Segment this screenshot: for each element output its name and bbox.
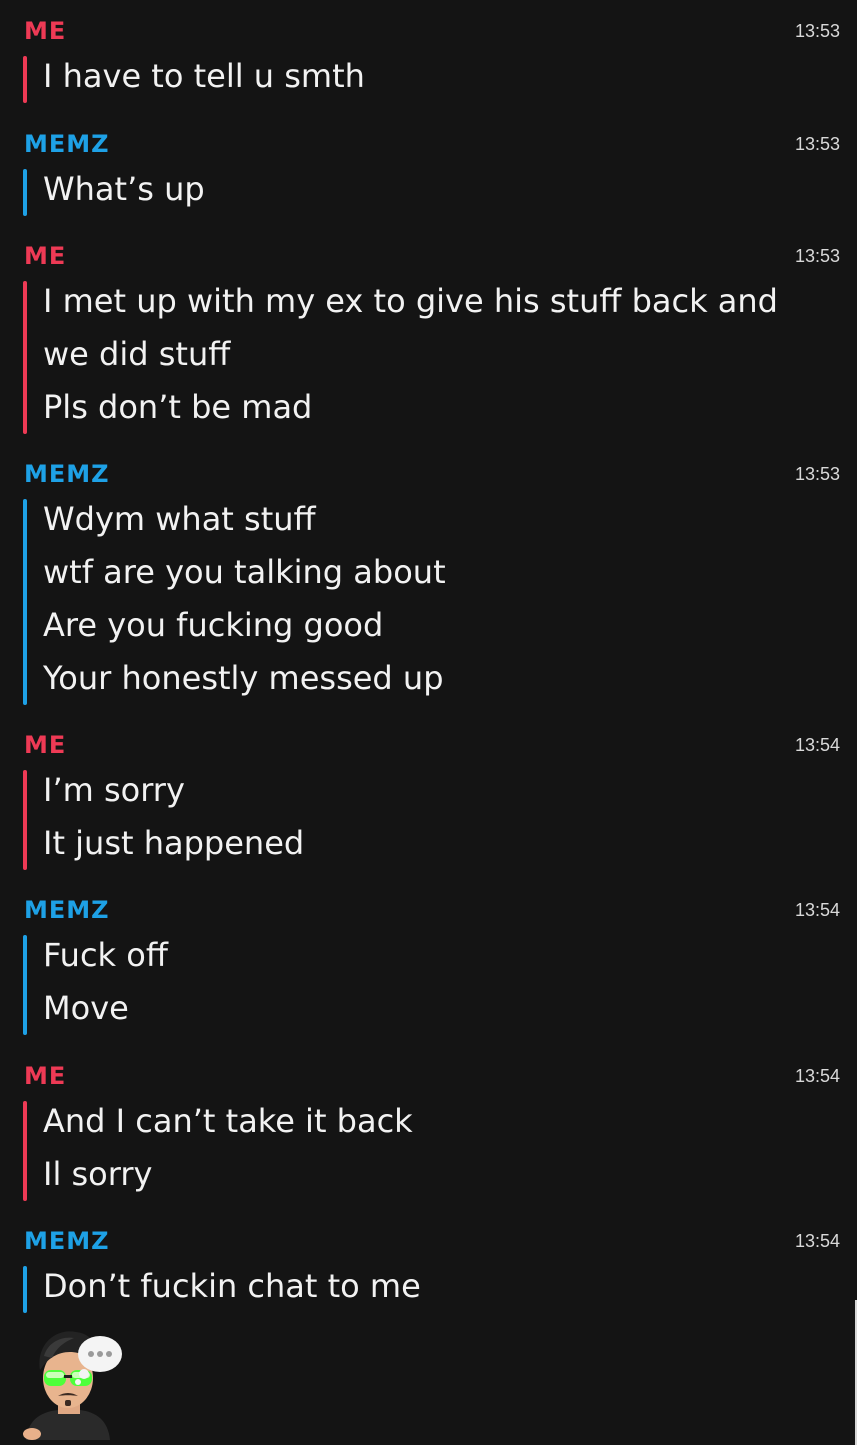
message-text[interactable]: Fuck off (43, 929, 827, 982)
bitmoji-avatar-typing-icon (18, 1322, 128, 1440)
message-timestamp: 13:54 (794, 1231, 840, 1251)
message-lines: I have to tell u smth (43, 50, 827, 103)
message-text[interactable]: And I can’t take it back (43, 1095, 827, 1148)
message-text[interactable]: Are you fucking good (43, 599, 827, 652)
message-text[interactable]: Pls don’t be mad (43, 381, 827, 434)
message-timestamp: 13:54 (794, 735, 840, 755)
sender-name: MEMZ (24, 1227, 110, 1255)
sender-name: ME (24, 731, 67, 759)
sender-color-bar (23, 935, 27, 1035)
message-text[interactable]: It just happened (43, 817, 827, 870)
sender-color-bar (23, 169, 27, 216)
message-text[interactable]: What’s up (43, 163, 827, 216)
message-lines: I’m sorry It just happened (43, 764, 827, 870)
sender-color-bar (23, 1101, 27, 1201)
message-lines: Don’t fuckin chat to me (43, 1260, 827, 1313)
message-text[interactable]: Your honestly messed up (43, 652, 827, 705)
message-text[interactable]: Wdym what stuff (43, 493, 827, 546)
sender-name: ME (24, 242, 67, 270)
sender-name: ME (24, 1062, 67, 1090)
message-text[interactable]: I’m sorry (43, 764, 827, 817)
message-timestamp: 13:54 (794, 1066, 840, 1086)
sender-color-bar (23, 56, 27, 103)
sender-name: MEMZ (24, 130, 110, 158)
message-lines: Wdym what stuff wtf are you talking about… (43, 493, 827, 705)
message-lines: And I can’t take it back Il sorry (43, 1095, 827, 1201)
sender-name: MEMZ (24, 460, 110, 488)
sender-color-bar (23, 1266, 27, 1313)
message-lines: I met up with my ex to give his stuff ba… (43, 275, 827, 434)
sender-color-bar (23, 499, 27, 705)
message-text[interactable]: Don’t fuckin chat to me (43, 1260, 827, 1313)
message-timestamp: 13:53 (794, 246, 840, 266)
message-lines: Fuck off Move (43, 929, 827, 1035)
message-timestamp: 13:53 (794, 464, 840, 484)
message-text[interactable]: Move (43, 982, 827, 1035)
message-lines: What’s up (43, 163, 827, 216)
sender-color-bar (23, 281, 27, 434)
message-timestamp: 13:54 (794, 900, 840, 920)
message-timestamp: 13:53 (794, 21, 840, 41)
sender-color-bar (23, 770, 27, 870)
message-text[interactable]: I met up with my ex to give his stuff ba… (43, 275, 827, 328)
message-text[interactable]: wtf are you talking about (43, 546, 827, 599)
message-timestamp: 13:53 (794, 134, 840, 154)
sender-name: MEMZ (24, 896, 110, 924)
message-text[interactable]: Il sorry (43, 1148, 827, 1201)
message-text[interactable]: I have to tell u smth (43, 50, 827, 103)
message-text[interactable]: we did stuff (43, 328, 827, 381)
sender-name: ME (24, 17, 67, 45)
